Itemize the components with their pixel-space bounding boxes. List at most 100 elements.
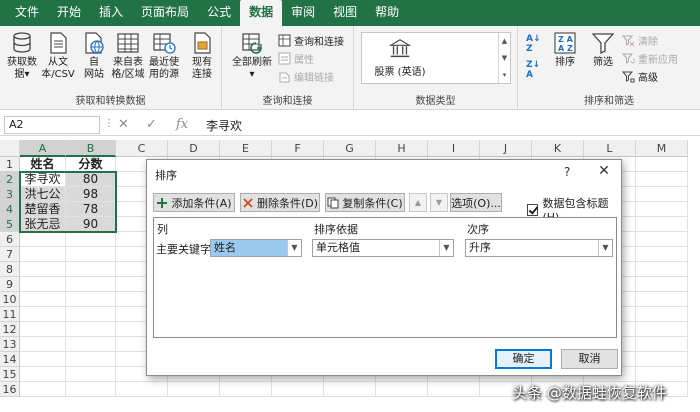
row-header-10[interactable]: 10 bbox=[0, 292, 20, 307]
cell-b6[interactable] bbox=[66, 232, 116, 247]
cell-h16[interactable] bbox=[376, 382, 428, 397]
cell-a15[interactable] bbox=[20, 367, 66, 382]
column-header-c[interactable]: C bbox=[116, 140, 168, 157]
row-header-9[interactable]: 9 bbox=[0, 277, 20, 292]
get-data-button[interactable]: 获取数 据▾ bbox=[5, 30, 39, 88]
gallery-scroll[interactable]: ▲ ▼ ▾ bbox=[498, 33, 510, 83]
row-header-3[interactable]: 3 bbox=[0, 187, 20, 202]
sort-button[interactable]: Z AA Z 排序 bbox=[548, 30, 582, 88]
row-header-5[interactable]: 5 bbox=[0, 217, 20, 232]
table-cell[interactable]: 楚留香 bbox=[20, 202, 66, 217]
cell-a7[interactable] bbox=[20, 247, 66, 262]
cell-a13[interactable] bbox=[20, 337, 66, 352]
table-cell[interactable]: 80 bbox=[66, 172, 116, 187]
cell-m15[interactable] bbox=[636, 367, 688, 382]
cell-m10[interactable] bbox=[636, 292, 688, 307]
sort-za-button[interactable]: Z↓ A bbox=[526, 60, 544, 80]
row-header-15[interactable]: 15 bbox=[0, 367, 20, 382]
table-cell[interactable]: 张无忌 bbox=[20, 217, 66, 232]
column-header-f[interactable]: F bbox=[272, 140, 324, 157]
cancel-formula-icon[interactable]: ✕ bbox=[118, 117, 129, 132]
move-up-button[interactable]: ▲ bbox=[409, 193, 427, 212]
cell-m2[interactable] bbox=[636, 172, 688, 187]
row-header-2[interactable]: 2 bbox=[0, 172, 20, 187]
cell-b7[interactable] bbox=[66, 247, 116, 262]
recent-sources-button[interactable]: 最近使 用的源 bbox=[147, 30, 181, 88]
filter-button[interactable]: 筛选 bbox=[586, 30, 620, 88]
tab-formulas[interactable]: 公式 bbox=[198, 0, 240, 26]
tab-view[interactable]: 视图 bbox=[324, 0, 366, 26]
cell-m1[interactable] bbox=[636, 157, 688, 172]
column-header-h[interactable]: H bbox=[376, 140, 428, 157]
cell-b15[interactable] bbox=[66, 367, 116, 382]
row-header-4[interactable]: 4 bbox=[0, 202, 20, 217]
cell-b14[interactable] bbox=[66, 352, 116, 367]
cell-m5[interactable] bbox=[636, 217, 688, 232]
refresh-all-dropdown[interactable]: ▾ bbox=[249, 69, 254, 81]
table-cell[interactable]: 98 bbox=[66, 187, 116, 202]
stocks-data-type[interactable]: 股票 (英语) bbox=[370, 37, 430, 81]
dialog-close-button[interactable]: ✕ bbox=[595, 163, 613, 179]
advanced-filter-button[interactable]: 高级 bbox=[622, 68, 658, 85]
row-header-16[interactable]: 16 bbox=[0, 382, 20, 397]
reapply-button[interactable]: 重新应用 bbox=[622, 50, 678, 67]
cell-a6[interactable] bbox=[20, 232, 66, 247]
cell-b8[interactable] bbox=[66, 262, 116, 277]
cell-m9[interactable] bbox=[636, 277, 688, 292]
cell-b11[interactable] bbox=[66, 307, 116, 322]
column-header-i[interactable]: I bbox=[428, 140, 480, 157]
cell-g16[interactable] bbox=[324, 382, 376, 397]
from-text-csv-button[interactable]: 从文 本/CSV bbox=[41, 30, 75, 88]
column-header-a[interactable]: A bbox=[20, 140, 66, 157]
cell-m14[interactable] bbox=[636, 352, 688, 367]
cell-d16[interactable] bbox=[168, 382, 220, 397]
cell-m11[interactable] bbox=[636, 307, 688, 322]
ok-button[interactable]: 确定 bbox=[495, 349, 552, 369]
header-cell[interactable]: 分数 bbox=[66, 157, 116, 172]
from-table-range-button[interactable]: 来自表 格/区域 bbox=[111, 30, 145, 88]
row-header-11[interactable]: 11 bbox=[0, 307, 20, 322]
tab-data[interactable]: 数据 bbox=[240, 0, 283, 26]
row-header-1[interactable]: 1 bbox=[0, 157, 20, 172]
cancel-button[interactable]: 取消 bbox=[561, 349, 618, 369]
column-header-j[interactable]: J bbox=[480, 140, 532, 157]
cell-a12[interactable] bbox=[20, 322, 66, 337]
delete-condition-button[interactable]: 删除条件(D) bbox=[240, 193, 320, 212]
table-cell[interactable]: 90 bbox=[66, 217, 116, 232]
chevron-down-icon[interactable]: ▼ bbox=[598, 240, 612, 256]
queries-connections-button[interactable]: 查询和连接 bbox=[278, 32, 344, 49]
chevron-down-icon[interactable]: ▼ bbox=[287, 240, 301, 256]
cell-m6[interactable] bbox=[636, 232, 688, 247]
has-headers-checkbox[interactable] bbox=[527, 203, 539, 216]
data-type-gallery[interactable]: 股票 (英语) ▲ ▼ ▾ bbox=[361, 32, 511, 84]
row-header-8[interactable]: 8 bbox=[0, 262, 20, 277]
cell-m12[interactable] bbox=[636, 322, 688, 337]
dialog-help-button[interactable]: ? bbox=[564, 165, 570, 179]
cell-m3[interactable] bbox=[636, 187, 688, 202]
cell-i16[interactable] bbox=[428, 382, 480, 397]
cell-f16[interactable] bbox=[272, 382, 324, 397]
properties-button[interactable]: 属性 bbox=[278, 50, 314, 67]
cell-c16[interactable] bbox=[116, 382, 168, 397]
refresh-all-button[interactable]: 全部刷新 ▾ bbox=[232, 30, 272, 88]
edit-links-button[interactable]: 编辑链接 bbox=[278, 68, 334, 85]
row-header-7[interactable]: 7 bbox=[0, 247, 20, 262]
tab-home[interactable]: 开始 bbox=[48, 0, 90, 26]
tab-help[interactable]: 帮助 bbox=[366, 0, 408, 26]
cell-a11[interactable] bbox=[20, 307, 66, 322]
copy-condition-button[interactable]: 复制条件(C) bbox=[325, 193, 405, 212]
tab-review[interactable]: 审阅 bbox=[282, 0, 324, 26]
order-select[interactable]: 升序 ▼ bbox=[465, 239, 613, 257]
cell-e16[interactable] bbox=[220, 382, 272, 397]
tab-file[interactable]: 文件 bbox=[6, 0, 48, 26]
column-header-g[interactable]: G bbox=[324, 140, 376, 157]
cell-m7[interactable] bbox=[636, 247, 688, 262]
cell-b16[interactable] bbox=[66, 382, 116, 397]
column-header-d[interactable]: D bbox=[168, 140, 220, 157]
column-header-k[interactable]: K bbox=[532, 140, 584, 157]
select-all-corner[interactable] bbox=[0, 140, 20, 157]
cell-m8[interactable] bbox=[636, 262, 688, 277]
tab-page-layout[interactable]: 页面布局 bbox=[132, 0, 198, 26]
sort-on-select[interactable]: 单元格值 ▼ bbox=[312, 239, 454, 257]
tab-insert[interactable]: 插入 bbox=[90, 0, 132, 26]
